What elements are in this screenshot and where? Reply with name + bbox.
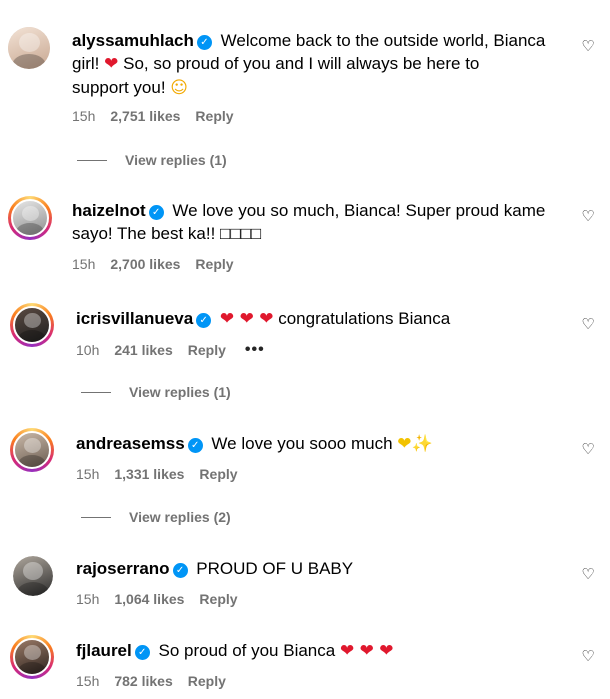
heart-outline-icon[interactable]: ♡ [580, 38, 596, 54]
avatar[interactable] [10, 635, 54, 679]
likes-count[interactable]: 2,751 likes [110, 108, 180, 124]
verified-badge-icon: ✓ [187, 438, 203, 453]
verified-badge-icon: ✓ [134, 645, 150, 660]
sparkles-emoji: ✨ [411, 434, 433, 454]
smiling-face-hearts-emoji: ☺ [170, 78, 189, 98]
username[interactable]: fjlaurel [76, 641, 132, 660]
username[interactable]: haizelnot [72, 201, 146, 220]
likes-count[interactable]: 241 likes [114, 342, 172, 358]
red-hearts-emoji: ❤ ❤ ❤ [339, 641, 394, 661]
likes-count[interactable]: 1,331 likes [114, 466, 184, 482]
username[interactable]: rajoserrano [76, 559, 170, 578]
heart-outline-icon[interactable]: ♡ [580, 648, 596, 664]
timestamp: 15h [76, 466, 100, 482]
likes-count[interactable]: 782 likes [114, 673, 172, 689]
red-heart-emoji: ❤ [104, 54, 119, 74]
reply-button[interactable]: Reply [195, 256, 233, 272]
view-replies-button[interactable]: View replies (1) [77, 152, 227, 168]
divider-line [81, 391, 111, 393]
reply-button[interactable]: Reply [199, 591, 237, 607]
username[interactable]: andreasemss [76, 434, 185, 453]
verified-badge-icon: ✓ [148, 205, 164, 220]
timestamp: 15h [72, 108, 96, 124]
avatar[interactable] [10, 303, 54, 347]
heart-outline-icon[interactable]: ♡ [580, 566, 596, 582]
more-options-icon[interactable]: ••• [245, 341, 265, 359]
verified-badge-icon: ✓ [172, 563, 188, 578]
heart-outline-icon[interactable]: ♡ [580, 208, 596, 224]
verified-badge-icon: ✓ [196, 35, 212, 50]
heart-outline-icon[interactable]: ♡ [580, 316, 596, 332]
avatar[interactable] [8, 27, 50, 69]
avatar[interactable] [10, 428, 54, 472]
red-hearts-emoji: ❤ ❤ ❤ [219, 309, 274, 329]
reply-button[interactable]: Reply [188, 342, 226, 358]
username[interactable]: icrisvillanueva [76, 309, 193, 328]
view-replies-button[interactable]: View replies (2) [81, 509, 231, 525]
yellow-heart-emoji: ❤ [397, 434, 412, 454]
avatar[interactable] [13, 556, 53, 596]
divider-line [81, 516, 111, 518]
divider-line [77, 159, 107, 161]
timestamp: 15h [76, 591, 100, 607]
avatar[interactable] [8, 196, 52, 240]
likes-count[interactable]: 1,064 likes [114, 591, 184, 607]
reply-button[interactable]: Reply [199, 466, 237, 482]
reply-button[interactable]: Reply [195, 108, 233, 124]
verified-badge-icon: ✓ [196, 313, 212, 328]
view-replies-button[interactable]: View replies (1) [81, 384, 231, 400]
likes-count[interactable]: 2,700 likes [110, 256, 180, 272]
username[interactable]: alyssamuhlach [72, 31, 194, 50]
timestamp: 15h [76, 673, 100, 689]
timestamp: 10h [76, 342, 100, 358]
reply-button[interactable]: Reply [188, 673, 226, 689]
heart-outline-icon[interactable]: ♡ [580, 441, 596, 457]
timestamp: 15h [72, 256, 96, 272]
